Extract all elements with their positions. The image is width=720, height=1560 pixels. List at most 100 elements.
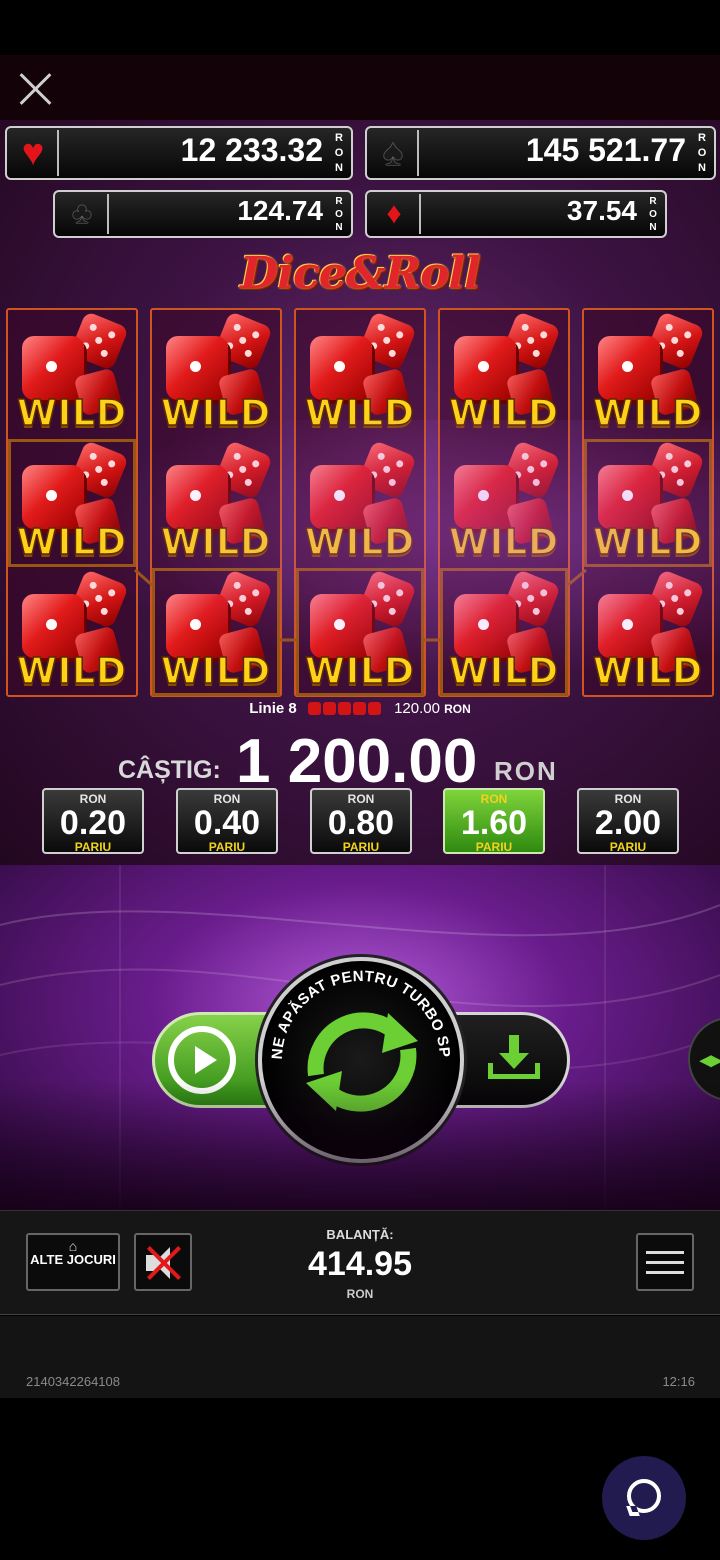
dice-icon [501, 569, 561, 629]
turbo-spin-hint: ȚINE APĂSAT PENTRU TURBO SPIN [258, 957, 453, 1060]
autoplay-icon [168, 1026, 236, 1094]
clock: 12:16 [662, 1374, 695, 1389]
bet-value: 0.40 [193, 804, 261, 842]
spin-icon: ȚINE APĂSAT PENTRU TURBO SPIN [258, 957, 453, 1112]
dice-icon [598, 594, 660, 658]
dice-icon [361, 496, 411, 546]
mini-dice-icon [322, 702, 336, 715]
wild-symbol: WILD [440, 439, 568, 567]
dice-icon [645, 440, 705, 500]
bet-label: PARIU [74, 840, 112, 854]
dice-icon [217, 496, 267, 546]
top-bar [0, 55, 720, 120]
wild-label: WILD [160, 650, 271, 693]
bottom-bar: ⌂ ALTE JOCURI BALANȚĂ: 414.95 RON [0, 1210, 720, 1315]
wild-symbol: WILD [440, 568, 568, 696]
wild-symbol: WILD [8, 568, 136, 696]
dice-icon [213, 440, 273, 500]
game-area: ♥ 12 233.32 RON ♠ 145 521.77 RON ♣ 124.7… [0, 120, 720, 865]
other-games-label: ALTE JOCURI [30, 1252, 116, 1267]
controls-area: ȚINE APĂSAT PENTRU TURBO SPIN ◂▸ [0, 865, 720, 1210]
wild-label: WILD [16, 650, 127, 693]
bet-option[interactable]: RON 1.60 PARIU [443, 788, 545, 854]
mini-dice-icon [307, 702, 321, 715]
dice-icon [645, 569, 705, 629]
other-games-button[interactable]: ⌂ ALTE JOCURI [26, 1233, 120, 1291]
bet-option[interactable]: RON 0.80 PARIU [310, 788, 412, 854]
line-symbols [307, 700, 386, 717]
winning-line-info: Linie 8 120.00 RON [0, 700, 720, 717]
win-currency: RON [494, 756, 558, 786]
balance-currency: RON [346, 1287, 374, 1301]
dice-icon [357, 569, 417, 629]
bet-value: 0.80 [327, 804, 395, 842]
mute-button[interactable] [134, 1233, 192, 1291]
bet-option[interactable]: RON 0.40 PARIU [176, 788, 278, 854]
mini-dice-icon [367, 702, 381, 715]
dice-icon [310, 594, 372, 658]
hamburger-icon [646, 1251, 684, 1254]
win-amount: 1 200.00 [236, 727, 478, 796]
bet-option[interactable]: RON 0.20 PARIU [42, 788, 144, 854]
bet-label: PARIU [475, 840, 513, 854]
dice-icon [73, 625, 123, 675]
bet-label: PARIU [609, 840, 647, 854]
dice-icon [213, 569, 273, 629]
mini-dice-icon [352, 702, 366, 715]
wild-symbol: WILD [8, 439, 136, 567]
line-label: Linie 8 [249, 700, 297, 717]
footer: 2140342264108 12:16 [0, 1316, 720, 1398]
dice-icon [454, 594, 516, 658]
dice-icon [454, 465, 516, 529]
bet-option[interactable]: RON 2.00 PARIU [577, 788, 679, 854]
dice-icon [69, 569, 129, 629]
wild-symbol: WILD [152, 568, 280, 696]
dice-icon [649, 496, 699, 546]
close-icon[interactable] [14, 68, 56, 110]
win-label: CÂȘTIG: [118, 756, 221, 784]
dice-icon [505, 625, 555, 675]
bet-label: PARIU [208, 840, 246, 854]
wild-symbol: WILD [296, 439, 424, 567]
home-icon: ⌂ [68, 1238, 78, 1254]
dice-icon [361, 625, 411, 675]
session-id: 2140342264108 [26, 1374, 120, 1389]
menu-button[interactable] [636, 1233, 694, 1291]
bet-value: 2.00 [594, 804, 662, 842]
svg-text:ȚINE APĂSAT PENTRU TURBO SPIN: ȚINE APĂSAT PENTRU TURBO SPIN [258, 957, 453, 1060]
wild-label: WILD [592, 521, 703, 564]
wild-label: WILD [592, 650, 703, 693]
dice-icon [501, 440, 561, 500]
wild-symbol: WILD [152, 439, 280, 567]
dice-icon [217, 625, 267, 675]
wild-label: WILD [304, 521, 415, 564]
line-currency: RON [444, 702, 471, 716]
bet-value: 0.20 [59, 804, 127, 842]
line-amount: 120.00 [394, 700, 440, 717]
dice-icon [69, 440, 129, 500]
chat-button[interactable] [602, 1456, 686, 1540]
dice-icon [357, 440, 417, 500]
wild-label: WILD [160, 521, 271, 564]
bet-value: 1.60 [460, 804, 528, 842]
download-icon [488, 1035, 540, 1083]
mini-dice-icon [337, 702, 351, 715]
wild-symbol: WILD [584, 439, 712, 567]
balance-value: 414.95 [308, 1245, 412, 1283]
wild-label: WILD [304, 650, 415, 693]
wild-label: WILD [448, 650, 559, 693]
wild-label: WILD [448, 521, 559, 564]
wild-symbol: WILD [584, 568, 712, 696]
arrows-icon: ◂▸ [700, 1047, 720, 1072]
win-display: CÂȘTIG: 1 200.00 RON [0, 720, 720, 796]
balance-label: BALANȚĂ: [326, 1227, 394, 1242]
dice-icon [598, 465, 660, 529]
wild-symbol: WILD [296, 568, 424, 696]
dice-icon [166, 594, 228, 658]
wild-label: WILD [16, 521, 127, 564]
dice-icon [505, 496, 555, 546]
dice-icon [73, 496, 123, 546]
game-screen: ♥ 12 233.32 RON ♠ 145 521.77 RON ♣ 124.7… [0, 0, 720, 1560]
dice-icon [22, 594, 84, 658]
dice-icon [166, 465, 228, 529]
